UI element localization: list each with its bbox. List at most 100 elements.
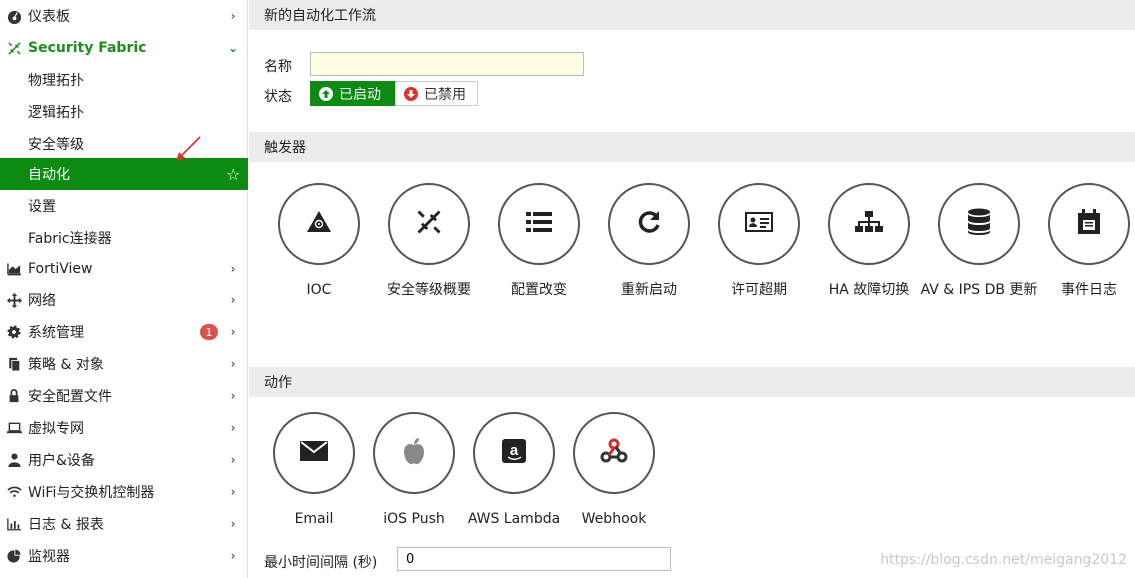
notification-badge: 1 <box>200 324 218 340</box>
sidebar-item-security-rating[interactable]: 安全等级 <box>0 128 248 160</box>
sidebar-item-label: 系统管理 <box>28 325 84 341</box>
area-chart-icon <box>6 261 22 277</box>
sidebar-item-dashboard[interactable]: 仪表板 › <box>0 0 248 32</box>
security-fabric-icon <box>6 40 22 56</box>
name-label: 名称 <box>264 59 292 75</box>
sidebar: 仪表板 › Security Fabric ⌄ 物理拓扑 逻辑拓扑 安全等级 自… <box>0 0 248 578</box>
sidebar-item-label: 设置 <box>28 199 56 215</box>
sidebar-item-physical-topology[interactable]: 物理拓扑 <box>0 64 248 96</box>
sidebar-item-label: 日志 & 报表 <box>28 517 104 533</box>
sidebar-item-label: 自动化 <box>28 167 70 183</box>
sidebar-item-vpn[interactable]: 虚拟专网 › <box>0 412 248 444</box>
trigger-security-rating[interactable]: 安全等级概要 <box>369 183 489 300</box>
sidebar-item-logical-topology[interactable]: 逻辑拓扑 <box>0 96 248 128</box>
trigger-label: IOC <box>306 282 332 298</box>
star-icon[interactable]: ☆ <box>226 165 240 184</box>
arrow-up-circle-icon <box>319 86 333 101</box>
sidebar-item-wifi-switch[interactable]: WiFi与交换机控制器 › <box>0 476 248 508</box>
sidebar-item-security-fabric[interactable]: Security Fabric ⌄ <box>0 32 248 64</box>
chevron-right-icon: › <box>230 357 236 371</box>
status-enabled-label: 已启动 <box>339 86 381 103</box>
trigger-label: HA 故障切换 <box>828 282 910 298</box>
trigger-icon-ring <box>498 183 580 265</box>
trigger-icon-ring <box>608 183 690 265</box>
action-icon-ring <box>573 412 655 494</box>
amazon-icon: a <box>502 439 526 467</box>
database-icon <box>967 208 991 240</box>
chevron-down-icon: ⌄ <box>227 41 239 55</box>
status-enabled-button[interactable]: 已启动 <box>310 81 395 106</box>
chevron-right-icon: › <box>230 389 236 403</box>
sidebar-item-label: 监视器 <box>28 549 70 565</box>
laptop-icon <box>6 420 22 436</box>
sidebar-item-label: 物理拓扑 <box>28 73 84 89</box>
gear-icon <box>6 324 22 340</box>
action-webhook[interactable]: Webhook <box>554 412 674 529</box>
triggers-header: 触发器 <box>249 132 1135 162</box>
sidebar-item-label: Fabric连接器 <box>28 231 112 247</box>
svg-text:a: a <box>510 442 519 459</box>
trigger-icon-ring <box>388 183 470 265</box>
sidebar-item-log-report[interactable]: 日志 & 报表 › <box>0 508 248 540</box>
sidebar-item-label: 策略 & 对象 <box>28 357 104 373</box>
trigger-license-expiry[interactable]: 许可超期 <box>699 183 819 300</box>
lock-icon <box>6 388 22 404</box>
name-input[interactable] <box>310 52 584 76</box>
apple-icon <box>402 437 426 469</box>
security-rating-icon <box>415 208 443 240</box>
sitemap-icon <box>855 210 883 238</box>
sidebar-item-automation[interactable]: 自动化 ☆ <box>0 158 248 190</box>
arrow-down-circle-icon <box>404 86 418 101</box>
sidebar-item-policy-objects[interactable]: 策略 & 对象 › <box>0 348 248 380</box>
calendar-icon <box>1077 209 1101 239</box>
chevron-right-icon: › <box>230 293 236 307</box>
status-disabled-button[interactable]: 已禁用 <box>395 81 478 106</box>
arrows-icon <box>6 292 22 308</box>
user-icon <box>6 452 22 468</box>
trigger-label: 配置改变 <box>511 282 567 298</box>
action-icon-ring <box>373 412 455 494</box>
id-card-icon <box>745 212 773 236</box>
sidebar-item-label: FortiView <box>28 261 93 277</box>
sidebar-item-settings[interactable]: 设置 <box>0 190 248 222</box>
policy-icon <box>6 356 22 372</box>
envelope-icon <box>300 441 328 465</box>
sidebar-item-fortiview[interactable]: FortiView › <box>0 253 248 285</box>
chevron-right-icon: › <box>230 549 236 563</box>
page-title: 新的自动化工作流 <box>249 0 1135 30</box>
red-arrow-annotation <box>176 136 201 161</box>
sidebar-item-label: Security Fabric <box>28 40 147 56</box>
sidebar-item-security-profiles[interactable]: 安全配置文件 › <box>0 380 248 412</box>
action-icon-ring <box>273 412 355 494</box>
trigger-label: AV & IPS DB 更新 <box>920 282 1038 298</box>
trigger-label: 安全等级概要 <box>387 282 471 298</box>
watermark: https://blog.csdn.net/meigang2012 <box>880 552 1127 568</box>
sidebar-item-user-device[interactable]: 用户&设备 › <box>0 444 248 476</box>
status-disabled-label: 已禁用 <box>424 86 466 103</box>
trigger-event-log[interactable]: 事件日志 <box>1029 183 1135 300</box>
trigger-ha-failover[interactable]: HA 故障切换 <box>809 183 929 300</box>
interval-input[interactable] <box>397 547 671 571</box>
sidebar-item-label: 网络 <box>28 293 56 309</box>
sidebar-item-label: 虚拟专网 <box>28 421 84 437</box>
sidebar-item-label: 仪表板 <box>28 9 70 25</box>
main-panel: 新的自动化工作流 名称 状态 已启动 已禁用 触发器 IOC 安全等级概要 配置… <box>249 0 1135 578</box>
pie-chart-icon <box>6 548 22 564</box>
sidebar-item-label: 逻辑拓扑 <box>28 105 84 121</box>
trigger-reboot[interactable]: 重新启动 <box>589 183 709 300</box>
sidebar-item-monitor[interactable]: 监视器 › <box>0 540 248 572</box>
sidebar-item-fabric-connectors[interactable]: Fabric连接器 <box>0 222 248 254</box>
trigger-icon-ring <box>278 183 360 265</box>
trigger-ioc[interactable]: IOC <box>259 183 379 300</box>
sidebar-item-network[interactable]: 网络 › <box>0 284 248 316</box>
sidebar-item-system[interactable]: 系统管理 1 › <box>0 316 248 348</box>
chevron-right-icon: › <box>230 9 236 23</box>
status-label: 状态 <box>264 89 292 105</box>
chevron-right-icon: › <box>230 485 236 499</box>
trigger-av-ips-db-update[interactable]: AV & IPS DB 更新 <box>919 183 1039 300</box>
sidebar-item-label: 安全等级 <box>28 137 84 153</box>
trigger-config-change[interactable]: 配置改变 <box>479 183 599 300</box>
chevron-right-icon: › <box>230 262 236 276</box>
bar-chart-icon <box>6 516 22 532</box>
trigger-icon-ring <box>828 183 910 265</box>
